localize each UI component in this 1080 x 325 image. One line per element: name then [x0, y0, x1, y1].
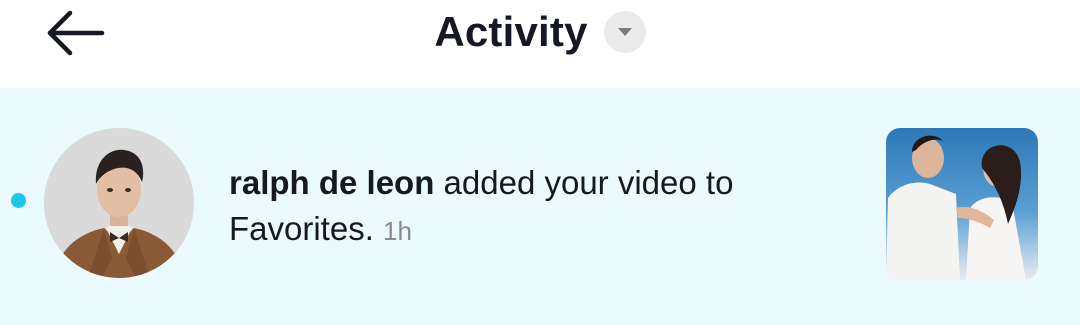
notification-item[interactable]: ralph de leon added your video to Favori…	[0, 88, 1080, 325]
title-wrap: Activity	[0, 6, 1080, 58]
header: Activity	[0, 0, 1080, 88]
unread-indicator	[11, 193, 26, 208]
avatar[interactable]	[44, 128, 194, 278]
caret-down-icon	[617, 28, 632, 36]
activity-screen: Activity ralph de leon added your video …	[0, 0, 1080, 325]
notification-message: ralph de leon added your video to Favori…	[229, 160, 849, 254]
notification-username[interactable]: ralph de leon	[229, 164, 434, 201]
video-thumbnail-image	[886, 128, 1038, 280]
notification-time: 1h	[383, 216, 412, 246]
video-thumbnail[interactable]	[886, 128, 1038, 280]
activity-filter-dropdown[interactable]	[603, 11, 646, 53]
page-title: Activity	[434, 8, 588, 55]
avatar-image	[44, 128, 194, 278]
